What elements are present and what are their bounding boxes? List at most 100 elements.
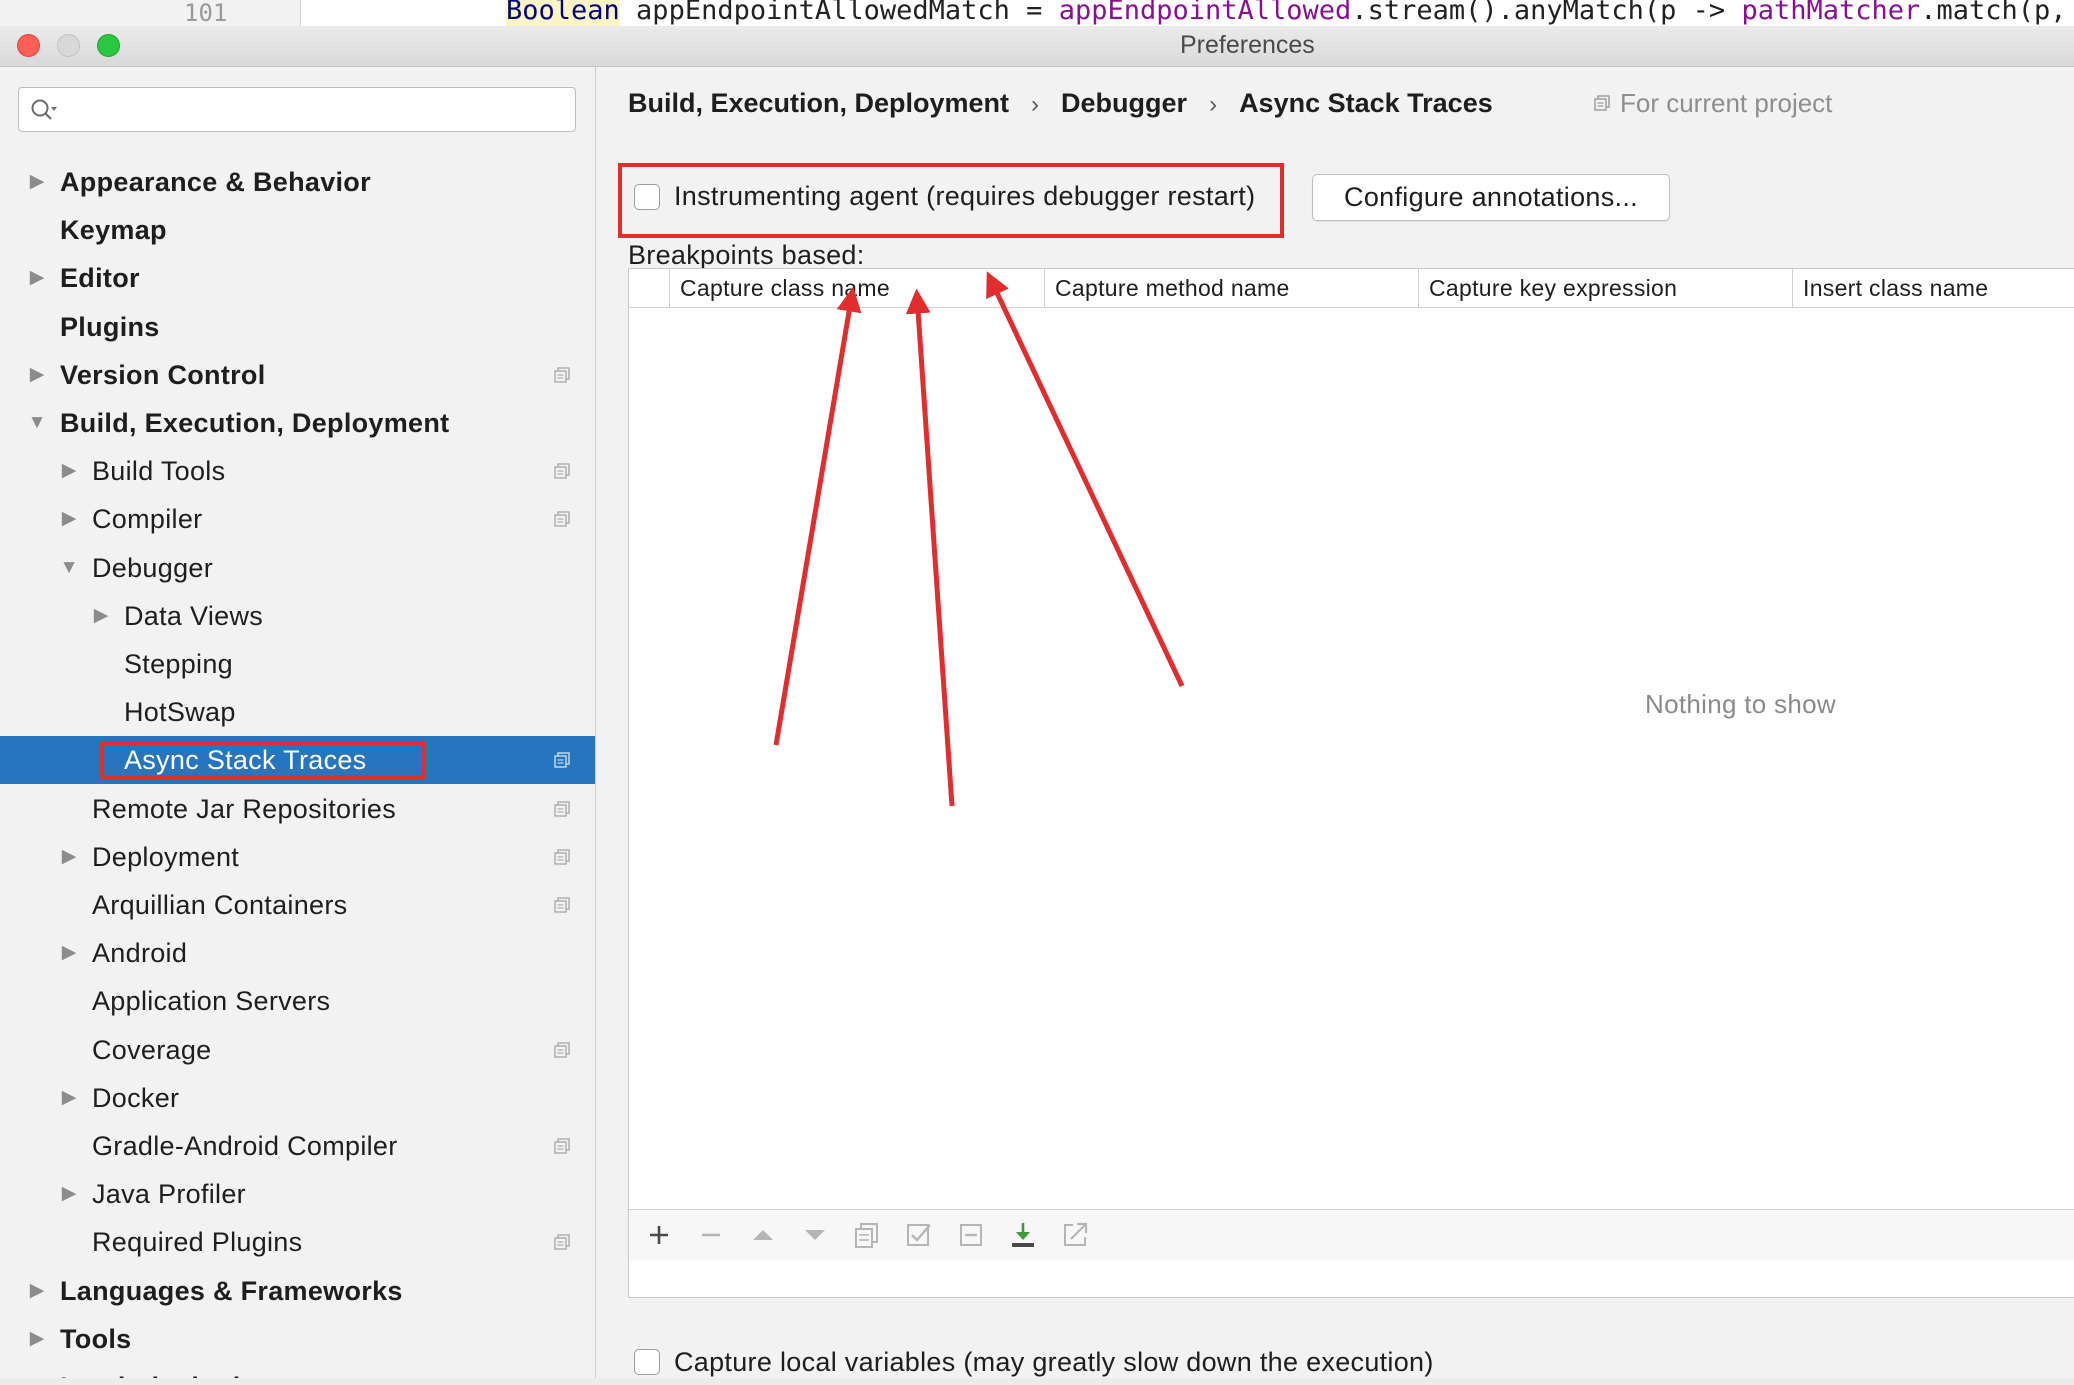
background-editor: 101 Boolean appEndpointAllowedMatch = ap… [0, 0, 2074, 26]
settings-sidebar: ▶ Appearance & Behavior Keymap ▶ Editor Plugi… [0, 67, 596, 1378]
expanded-arrow-icon[interactable]: ▼ [57, 544, 81, 592]
project-scope-icon [554, 1234, 570, 1250]
collapsed-arrow-icon[interactable]: ▶ [57, 1074, 81, 1122]
collapsed-arrow-icon[interactable]: ▶ [57, 495, 81, 543]
sidebar-item-data-views[interactable]: ▶ Data Views [0, 592, 595, 640]
zoom-window-button[interactable] [97, 34, 120, 57]
sidebar-item-label: Tools [60, 1324, 132, 1354]
sidebar-item-label: Gradle-Android Compiler [92, 1131, 398, 1161]
sidebar-item-arquillian-containers[interactable]: Arquillian Containers [0, 881, 595, 929]
sidebar-item-label: Application Servers [92, 986, 331, 1016]
sidebar-item-label: Deployment [92, 842, 240, 872]
sidebar-item-label: Lombok plugin [60, 1363, 257, 1378]
sidebar-item-editor[interactable]: ▶ Editor [0, 254, 595, 302]
project-scope-icon [554, 367, 570, 383]
sidebar-item-label: Java Profiler [92, 1179, 246, 1209]
collapsed-arrow-icon[interactable]: ▶ [57, 1170, 81, 1218]
project-scope-icon [554, 801, 570, 817]
sidebar-item-keymap[interactable]: Keymap [0, 206, 595, 254]
project-scope-icon [554, 1138, 570, 1154]
code-token: Boolean [506, 0, 620, 26]
project-scope-icon [1594, 95, 1610, 111]
sidebar-item-application-servers[interactable]: Application Servers [0, 977, 595, 1025]
settings-content: Build, Execution, Deployment › Debugger › As… [596, 67, 2074, 1378]
code-token: appEndpointAllowed [1058, 0, 1352, 26]
breakpoints-table[interactable]: Capture class name Capture method name C… [628, 268, 2074, 1298]
sidebar-item-stepping[interactable]: Stepping [0, 640, 595, 688]
breadcrumb: Build, Execution, Deployment › Debugger › As… [628, 83, 1493, 123]
sidebar-item-label: Version Control [60, 360, 266, 390]
search-icon [31, 99, 57, 120]
sidebar-item-build-tools[interactable]: ▶ Build Tools [0, 447, 595, 495]
sidebar-item-appearance-behavior[interactable]: ▶ Appearance & Behavior [0, 158, 595, 206]
minimize-window-button[interactable] [57, 34, 80, 57]
sidebar-item-compiler[interactable]: ▶ Compiler [0, 495, 595, 543]
editor-gutter: 101 [0, 0, 301, 26]
sidebar-item-label: Compiler [92, 504, 203, 534]
disable-icon[interactable] [955, 1219, 987, 1251]
sidebar-item-label: Remote Jar Repositories [92, 794, 397, 824]
project-scope-icon [554, 849, 570, 865]
close-window-button[interactable] [17, 34, 40, 57]
sidebar-item-label: Android [92, 938, 188, 968]
move-down-icon[interactable] [799, 1219, 831, 1251]
collapsed-arrow-icon[interactable]: ▶ [25, 158, 49, 206]
column-insert-class-name[interactable]: Insert class name [1792, 269, 2074, 307]
expanded-arrow-icon[interactable]: ▼ [25, 399, 49, 447]
collapsed-arrow-icon[interactable]: ▶ [25, 1315, 49, 1363]
add-icon[interactable] [643, 1219, 675, 1251]
table-toolbar [629, 1209, 2074, 1260]
sidebar-item-label: Plugins [60, 312, 160, 342]
enable-icon[interactable] [903, 1219, 935, 1251]
configure-annotations-button[interactable]: Configure annotations... [1312, 174, 1670, 221]
collapsed-arrow-icon[interactable]: ▶ [89, 592, 113, 640]
sidebar-item-plugins[interactable]: Plugins [0, 303, 595, 351]
sidebar-item-deployment[interactable]: ▶ Deployment [0, 833, 595, 881]
sidebar-item-languages-frameworks[interactable]: ▶ Languages & Frameworks [0, 1267, 595, 1315]
sidebar-item-java-profiler[interactable]: ▶ Java Profiler [0, 1170, 595, 1218]
sidebar-item-coverage[interactable]: Coverage [0, 1026, 595, 1074]
remove-icon[interactable] [695, 1219, 727, 1251]
collapsed-arrow-icon[interactable]: ▶ [57, 447, 81, 495]
column-capture-key-expression[interactable]: Capture key expression [1418, 269, 1792, 307]
code-token: .match(p, r [1920, 0, 2074, 26]
sidebar-item-label: Appearance & Behavior [60, 167, 371, 197]
code-token: appEndpointAllowedMatch = [619, 0, 1059, 26]
collapsed-arrow-icon[interactable]: ▶ [57, 833, 81, 881]
collapsed-arrow-icon[interactable]: ▶ [57, 929, 81, 977]
sidebar-item-lombok-plugin[interactable]: Lombok plugin [0, 1363, 595, 1378]
import-icon[interactable] [1007, 1219, 1039, 1251]
sidebar-item-tools[interactable]: ▶ Tools [0, 1315, 595, 1363]
line-number: 101 [184, 0, 228, 26]
sidebar-item-version-control[interactable]: ▶ Version Control [0, 351, 595, 399]
collapsed-arrow-icon[interactable]: ▶ [25, 351, 49, 399]
column-capture-method-name[interactable]: Capture method name [1044, 269, 1418, 307]
project-scope-icon [554, 752, 570, 768]
copy-icon[interactable] [851, 1219, 883, 1251]
code-token: .stream().anyMatch(p -> [1351, 0, 1742, 26]
sidebar-item-debugger[interactable]: ▼ Debugger [0, 544, 595, 592]
column-capture-class-name[interactable]: Capture class name [669, 269, 1044, 307]
sidebar-item-required-plugins[interactable]: Required Plugins [0, 1218, 595, 1266]
annotation-highlight-box [618, 163, 1284, 238]
sidebar-item-label: Editor [60, 263, 140, 293]
move-up-icon[interactable] [747, 1219, 779, 1251]
sidebar-item-label: HotSwap [124, 697, 236, 727]
sidebar-item-hotswap[interactable]: HotSwap [0, 688, 595, 736]
sidebar-item-docker[interactable]: ▶ Docker [0, 1074, 595, 1122]
sidebar-item-async-stack-traces[interactable]: Async Stack Traces [0, 736, 595, 784]
search-input[interactable] [18, 87, 576, 132]
capture-locals-label[interactable]: Capture local variables (may greatly slo… [674, 1339, 1434, 1385]
empty-table-text: Nothing to show [1645, 689, 1836, 719]
capture-locals-checkbox[interactable] [634, 1349, 660, 1375]
collapsed-arrow-icon[interactable]: ▶ [25, 254, 49, 302]
sidebar-item-remote-jar-repositories[interactable]: Remote Jar Repositories [0, 785, 595, 833]
sidebar-item-label: Build, Execution, Deployment [60, 408, 450, 438]
code-line: Boolean appEndpointAllowedMatch = appEnd… [506, 0, 2074, 26]
sidebar-item-gradle-android-compiler[interactable]: Gradle-Android Compiler [0, 1122, 595, 1170]
sidebar-item-build-execution-deployment[interactable]: ▼ Build, Execution, Deployment [0, 399, 595, 447]
collapsed-arrow-icon[interactable]: ▶ [25, 1267, 49, 1315]
sidebar-item-android[interactable]: ▶ Android [0, 929, 595, 977]
sidebar-item-label: Languages & Frameworks [60, 1276, 403, 1306]
export-icon[interactable] [1059, 1219, 1091, 1251]
